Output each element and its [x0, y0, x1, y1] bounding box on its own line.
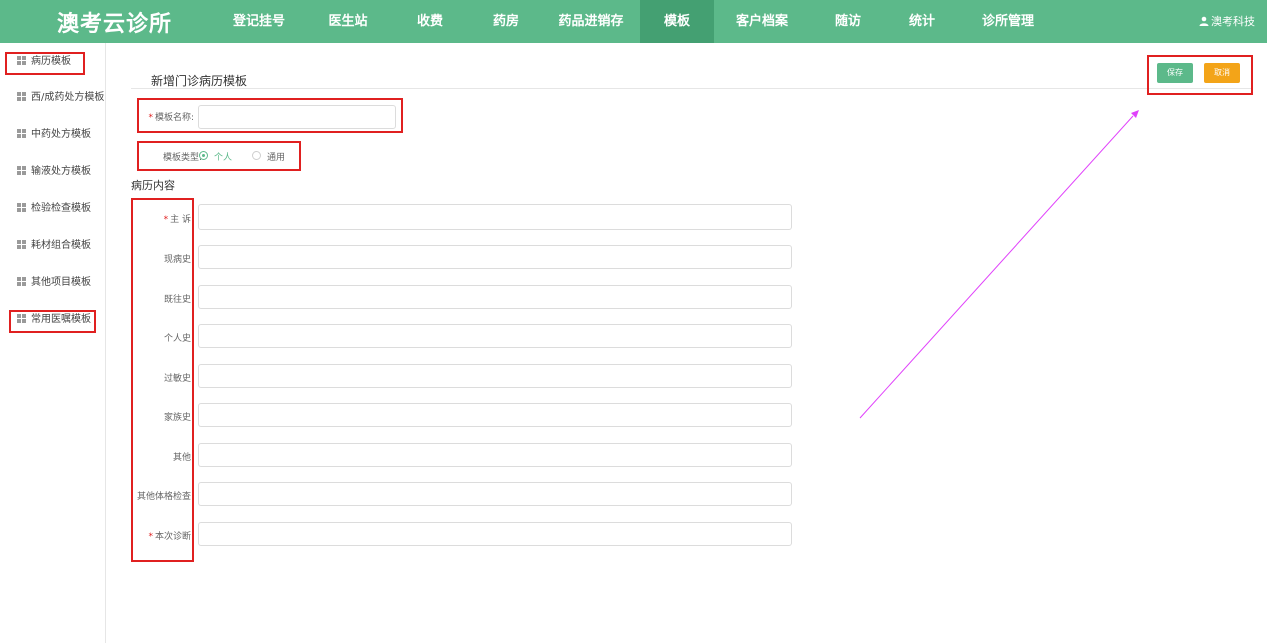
present-illness-input[interactable]	[198, 245, 792, 269]
highlight-box-template-name	[137, 98, 403, 133]
highlight-box-action-buttons	[1147, 55, 1253, 95]
sidebar-item-other-items-template[interactable]: 其他项目模板	[17, 276, 91, 290]
personal-history-input[interactable]	[198, 324, 792, 348]
highlight-box-sidebar-last	[9, 310, 96, 333]
nav-customer-records[interactable]: 客户档案	[724, 0, 800, 43]
allergy-history-input[interactable]	[198, 364, 792, 388]
sidebar-item-label: 中药处方模板	[31, 129, 91, 140]
sidebar-item-label: 其他项目模板	[31, 277, 91, 288]
sidebar-item-consumables-template[interactable]: 耗材组合模板	[17, 239, 91, 253]
highlight-box-field-labels	[131, 198, 194, 562]
user-menu[interactable]: 澳考科技	[1199, 0, 1255, 43]
nav-charge[interactable]: 收费	[402, 0, 458, 43]
diagnosis-input[interactable]	[198, 522, 792, 546]
sidebar-item-label: 输液处方模板	[31, 166, 91, 177]
nav-doctor-station[interactable]: 医生站	[316, 0, 380, 43]
grid-icon	[17, 277, 26, 286]
grid-icon	[17, 240, 26, 249]
title-divider	[131, 88, 1253, 89]
sidebar-item-infusion-prescription-template[interactable]: 输液处方模板	[17, 165, 91, 179]
other-input[interactable]	[198, 443, 792, 467]
highlight-box-template-type	[137, 141, 301, 171]
nav-templates[interactable]: 模板	[640, 0, 714, 43]
other-physical-exam-input[interactable]	[198, 482, 792, 506]
brand-logo: 澳考云诊所	[57, 12, 173, 37]
user-name: 澳考科技	[1211, 15, 1255, 28]
sidebar-item-lab-exam-template[interactable]: 检验检查模板	[17, 202, 91, 216]
sidebar-item-label: 耗材组合模板	[31, 240, 91, 251]
chief-complaint-input[interactable]	[198, 204, 792, 230]
nav-register[interactable]: 登记挂号	[223, 0, 295, 43]
sidebar-item-label: 检验检查模板	[31, 203, 91, 214]
family-history-input[interactable]	[198, 403, 792, 427]
sidebar-item-label: 西/成药处方模板	[31, 92, 105, 103]
grid-icon	[17, 203, 26, 212]
past-history-input[interactable]	[198, 285, 792, 309]
grid-icon	[17, 129, 26, 138]
sidebar-item-western-prescription-template[interactable]: 西/成药处方模板	[17, 91, 104, 105]
sidebar-item-chinese-prescription-template[interactable]: 中药处方模板	[17, 128, 91, 142]
user-icon	[1199, 1, 1209, 26]
nav-pharmacy[interactable]: 药房	[478, 0, 534, 43]
section-title: 病历内容	[131, 179, 175, 192]
nav-followup[interactable]: 随访	[820, 0, 876, 43]
page-title: 新增门诊病历模板	[151, 74, 248, 88]
nav-clinic-management[interactable]: 诊所管理	[970, 0, 1046, 43]
nav-statistics[interactable]: 统计	[894, 0, 950, 43]
top-navbar: 澳考云诊所 登记挂号 医生站 收费 药房 药品进销存 模板 客户档案 随访 统计…	[0, 0, 1267, 43]
grid-icon	[17, 92, 26, 101]
highlight-box-sidebar-first	[5, 52, 85, 75]
nav-drug-inventory[interactable]: 药品进销存	[548, 0, 634, 43]
grid-icon	[17, 166, 26, 175]
